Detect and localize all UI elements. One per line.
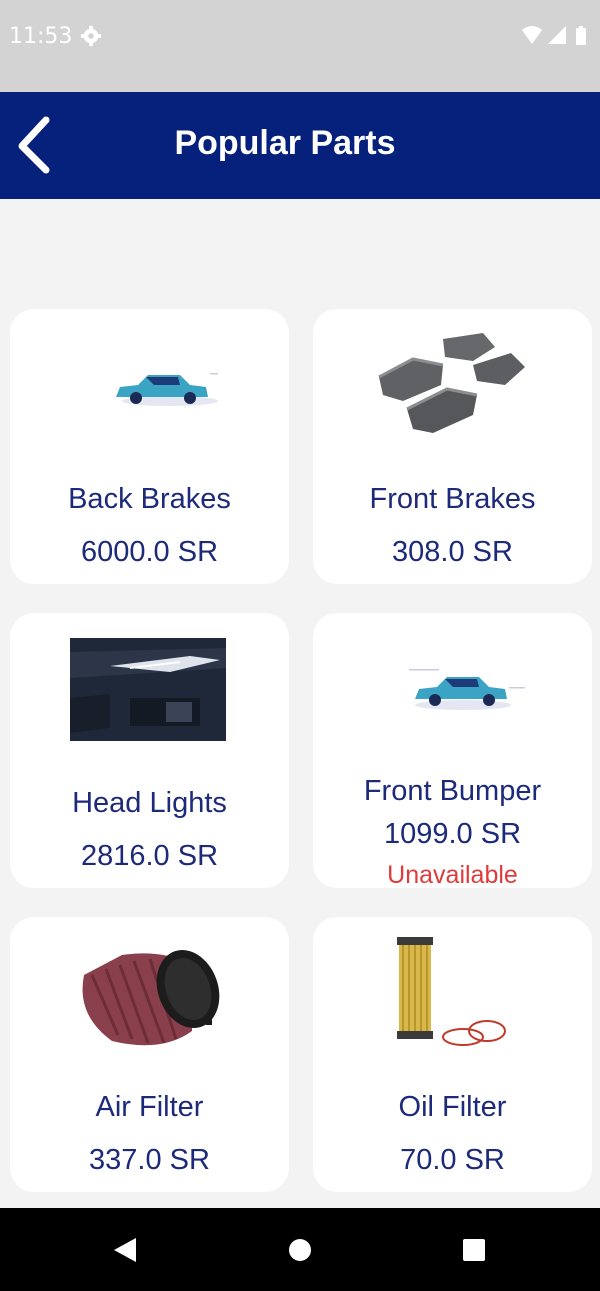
wifi-icon [522,26,542,44]
product-card-front-bumper[interactable]: Front Bumper 1099.0 SR Unavailable [313,613,592,889]
product-name: Front Bumper [363,775,542,807]
product-card-oil-filter[interactable]: Oil Filter 70.0 SR [313,917,592,1192]
home-circle-icon[interactable] [282,1232,318,1268]
product-card-head-lights[interactable]: Head Lights 2816.0 SR [10,613,289,888]
product-name: Front Brakes [369,483,536,515]
product-name: Head Lights [72,787,227,819]
product-price: 6000.0 SR [80,536,219,568]
app-bar: Popular Parts [0,92,600,199]
gear-icon [80,25,102,47]
product-card-air-filter[interactable]: Air Filter 337.0 SR [10,917,289,1192]
product-name: Back Brakes [68,483,231,515]
product-price: 2816.0 SR [80,840,219,872]
oil-filter-image [397,937,506,1046]
car-image [116,373,218,406]
product-price: 70.0 SR [400,1144,505,1176]
page-title: Popular Parts [174,124,396,162]
car-image [409,669,525,710]
product-name: Oil Filter [398,1091,507,1123]
recents-square-icon[interactable] [456,1232,492,1268]
back-triangle-icon[interactable] [106,1232,142,1268]
product-price: 1099.0 SR [383,818,522,850]
product-card-back-brakes[interactable]: Back Brakes 6000.0 SR [10,309,289,584]
signal-icon [548,26,566,44]
product-price: 337.0 SR [89,1144,210,1176]
system-nav-bar [0,1208,600,1291]
brake-pads-image [378,333,525,433]
product-price: 308.0 SR [392,536,513,568]
air-filter-image [82,950,220,1046]
status-icons [522,26,586,45]
status-bar: 11:53 [0,0,600,92]
unavailable-label: Unavailable [387,861,518,889]
status-time: 11:53 [9,24,73,49]
battery-icon [576,26,586,45]
product-grid: Back Brakes 6000.0 SR Front Brakes 308.0… [0,199,600,1208]
product-name: Air Filter [95,1091,204,1123]
headlight-image [70,638,226,741]
product-card-front-brakes[interactable]: Front Brakes 308.0 SR [313,309,592,584]
